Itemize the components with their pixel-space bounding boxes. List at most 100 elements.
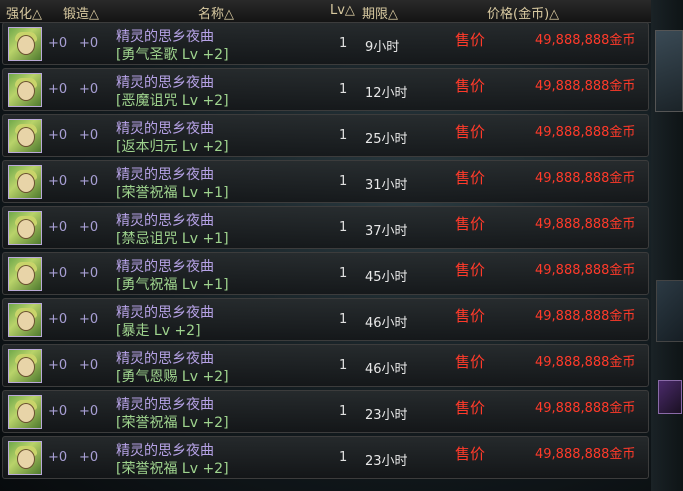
enhance-value: +0	[48, 128, 68, 143]
item-icon[interactable]	[8, 395, 42, 429]
sort-limit-button[interactable]: 期限△	[362, 3, 398, 22]
item-level: 1	[339, 174, 348, 189]
item-name: 精灵的思乡夜曲	[116, 305, 214, 321]
item-time-limit: 23小时	[365, 408, 408, 423]
item-icon[interactable]	[8, 211, 42, 245]
item-time-limit: 45小时	[365, 270, 408, 285]
sell-price-label: 售价	[455, 31, 486, 49]
item-price: 49,888,888金币	[535, 217, 636, 232]
item-price: 49,888,888金币	[535, 33, 636, 48]
item-skill: [禁忌诅咒 Lv +1]	[116, 231, 229, 247]
sell-price-label: 售价	[455, 169, 486, 187]
item-time-limit: 37小时	[365, 224, 408, 239]
enhance-value: +0	[48, 82, 68, 97]
item-price: 49,888,888金币	[535, 125, 636, 140]
forge-value: +0	[79, 36, 99, 51]
list-item[interactable]: +0 +0 精灵的思乡夜曲 [荣誉祝福 Lv +2] 1 23小时 售价 49,…	[2, 436, 649, 479]
forge-value: +0	[79, 82, 99, 97]
forge-value: +0	[79, 220, 99, 235]
item-time-limit: 46小时	[365, 362, 408, 377]
item-price: 49,888,888金币	[535, 79, 636, 94]
item-price: 49,888,888金币	[535, 263, 636, 278]
enhance-value: +0	[48, 266, 68, 281]
enhance-value: +0	[48, 220, 68, 235]
item-price: 49,888,888金币	[535, 401, 636, 416]
item-icon[interactable]	[8, 257, 42, 291]
item-level: 1	[339, 358, 348, 373]
enhance-value: +0	[48, 450, 68, 465]
item-icon[interactable]	[8, 303, 42, 337]
enhance-value: +0	[48, 36, 68, 51]
item-icon[interactable]	[8, 349, 42, 383]
forge-value: +0	[79, 450, 99, 465]
list-item[interactable]: +0 +0 精灵的思乡夜曲 [勇气圣歌 Lv +2] 1 9小时 售价 49,8…	[2, 22, 649, 65]
item-name: 精灵的思乡夜曲	[116, 397, 214, 413]
item-name: 精灵的思乡夜曲	[116, 443, 214, 459]
item-icon[interactable]	[8, 73, 42, 107]
forge-value: +0	[79, 128, 99, 143]
item-name: 精灵的思乡夜曲	[116, 259, 214, 275]
item-skill: [返本归元 Lv +2]	[116, 139, 229, 155]
item-level: 1	[339, 266, 348, 281]
sell-price-label: 售价	[455, 307, 486, 325]
sort-enhance-button[interactable]: 强化△	[6, 3, 42, 22]
forge-value: +0	[79, 404, 99, 419]
enhance-value: +0	[48, 312, 68, 327]
item-name: 精灵的思乡夜曲	[116, 75, 214, 91]
sort-lv-button[interactable]: Lv△	[330, 3, 355, 18]
sell-price-label: 售价	[455, 215, 486, 233]
list-item[interactable]: +0 +0 精灵的思乡夜曲 [禁忌诅咒 Lv +1] 1 37小时 售价 49,…	[2, 206, 649, 249]
item-icon[interactable]	[8, 441, 42, 475]
list-header: 强化△ 锻造△ 名称△ Lv△ 期限△ 价格(金币)△	[0, 0, 651, 23]
list-item[interactable]: +0 +0 精灵的思乡夜曲 [返本归元 Lv +2] 1 25小时 售价 49,…	[2, 114, 649, 157]
item-price: 49,888,888金币	[535, 171, 636, 186]
item-icon[interactable]	[8, 119, 42, 153]
item-level: 1	[339, 450, 348, 465]
item-skill: [勇气恩赐 Lv +2]	[116, 369, 229, 385]
side-item-slot[interactable]	[658, 380, 682, 414]
item-level: 1	[339, 220, 348, 235]
sell-price-label: 售价	[455, 353, 486, 371]
list-item[interactable]: +0 +0 精灵的思乡夜曲 [勇气恩赐 Lv +2] 1 46小时 售价 49,…	[2, 344, 649, 387]
list-item[interactable]: +0 +0 精灵的思乡夜曲 [暴走 Lv +2] 1 46小时 售价 49,88…	[2, 298, 649, 341]
item-level: 1	[339, 312, 348, 327]
item-name: 精灵的思乡夜曲	[116, 351, 214, 367]
item-level: 1	[339, 404, 348, 419]
item-skill: [勇气圣歌 Lv +2]	[116, 47, 229, 63]
list-item[interactable]: +0 +0 精灵的思乡夜曲 [荣誉祝福 Lv +2] 1 23小时 售价 49,…	[2, 390, 649, 433]
sort-name-button[interactable]: 名称△	[198, 3, 234, 22]
item-icon[interactable]	[8, 165, 42, 199]
item-level: 1	[339, 82, 348, 97]
item-icon[interactable]	[8, 27, 42, 61]
sell-price-label: 售价	[455, 445, 486, 463]
item-time-limit: 31小时	[365, 178, 408, 193]
list-item[interactable]: +0 +0 精灵的思乡夜曲 [勇气祝福 Lv +1] 1 45小时 售价 49,…	[2, 252, 649, 295]
sell-price-label: 售价	[455, 261, 486, 279]
item-skill: [勇气祝福 Lv +1]	[116, 277, 229, 293]
item-price: 49,888,888金币	[535, 355, 636, 370]
item-time-limit: 9小时	[365, 40, 400, 55]
item-name: 精灵的思乡夜曲	[116, 167, 214, 183]
item-name: 精灵的思乡夜曲	[116, 29, 214, 45]
sell-price-label: 售价	[455, 77, 486, 95]
side-decoration	[656, 280, 683, 342]
item-level: 1	[339, 128, 348, 143]
item-time-limit: 46小时	[365, 316, 408, 331]
item-skill: [荣誉祝福 Lv +2]	[116, 415, 229, 431]
item-name: 精灵的思乡夜曲	[116, 213, 214, 229]
sort-forge-button[interactable]: 锻造△	[63, 3, 99, 22]
sort-price-button[interactable]: 价格(金币)△	[487, 3, 559, 22]
list-item[interactable]: +0 +0 精灵的思乡夜曲 [恶魔诅咒 Lv +2] 1 12小时 售价 49,…	[2, 68, 649, 111]
item-skill: [恶魔诅咒 Lv +2]	[116, 93, 229, 109]
enhance-value: +0	[48, 174, 68, 189]
sell-price-label: 售价	[455, 399, 486, 417]
item-price: 49,888,888金币	[535, 447, 636, 462]
item-level: 1	[339, 36, 348, 51]
item-time-limit: 25小时	[365, 132, 408, 147]
forge-value: +0	[79, 266, 99, 281]
item-name: 精灵的思乡夜曲	[116, 121, 214, 137]
item-skill: [暴走 Lv +2]	[116, 323, 201, 339]
forge-value: +0	[79, 358, 99, 373]
enhance-value: +0	[48, 404, 68, 419]
list-item[interactable]: +0 +0 精灵的思乡夜曲 [荣誉祝福 Lv +1] 1 31小时 售价 49,…	[2, 160, 649, 203]
